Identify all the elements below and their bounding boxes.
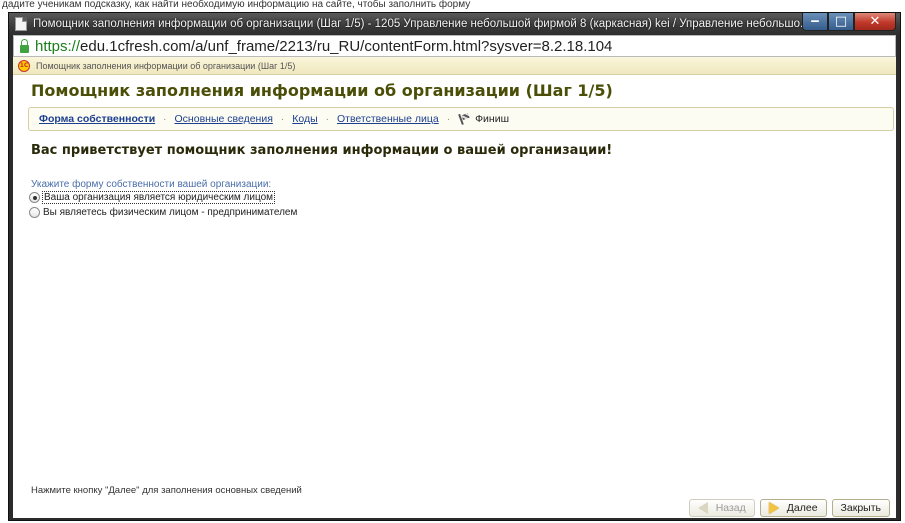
step-separator: · [325, 113, 329, 125]
step-separator: · [163, 113, 167, 125]
steps-navigation: Форма собственности · Основные сведения … [28, 107, 894, 131]
next-button[interactable]: Далее [759, 499, 827, 517]
next-label: Далее [786, 502, 818, 514]
window-title: Помощник заполнения информации об органи… [33, 18, 810, 30]
radio-legal-entity[interactable]: Ваша организация является юридическим ли… [29, 191, 276, 204]
radio-label[interactable]: Вы являетесь физическим лицом - предприн… [43, 207, 297, 218]
form-footer: Назад Далее Закрыть [13, 498, 896, 518]
url-scheme: https:// [35, 37, 81, 55]
welcome-heading: Вас приветствует помощник заполнения инф… [31, 143, 613, 158]
finish-flag-icon [458, 113, 470, 125]
step-basic-info[interactable]: Основные сведения [175, 113, 273, 125]
ownership-prompt: Укажите форму собственности вашей органи… [31, 179, 272, 190]
hint-text: Нажмите кнопку "Далее" для заполнения ос… [31, 485, 302, 496]
logo-text: 1С [19, 62, 29, 69]
lock-icon [20, 38, 29, 53]
document-icon [15, 17, 27, 31]
radio-button-checked[interactable] [29, 192, 40, 203]
page-caption: дадите ученикам подсказку, как найти нео… [2, 0, 471, 10]
back-button[interactable]: Назад [688, 499, 755, 517]
maximize-button[interactable]: □ [828, 13, 854, 31]
window-titlebar: Помощник заполнения информации об органи… [9, 13, 900, 35]
1c-logo-icon: 1С [18, 59, 30, 72]
form-content: 1С Помощник заполнения информации об орг… [13, 57, 896, 518]
url-rest: edu.1cfresh.com/a/unf_frame/2213/ru_RU/c… [80, 37, 613, 55]
address-bar[interactable]: https://edu.1cfresh.com/a/unf_frame/2213… [13, 35, 896, 57]
form-header: 1С Помощник заполнения информации об орг… [13, 57, 896, 75]
minimize-button[interactable]: ‒ [802, 13, 828, 31]
close-label: Закрыть [840, 502, 881, 514]
arrow-left-icon [697, 502, 708, 514]
close-button[interactable]: Закрыть [831, 499, 890, 517]
step-codes[interactable]: Коды [292, 113, 317, 125]
window-controls: ‒ □ ✕ [802, 13, 896, 31]
page-title: Помощник заполнения информации об органи… [31, 81, 613, 100]
url-text[interactable]: https://edu.1cfresh.com/a/unf_frame/2213… [35, 38, 612, 55]
close-window-button[interactable]: ✕ [854, 13, 896, 31]
step-separator: · [446, 113, 451, 125]
step-ownership-form[interactable]: Форма собственности [39, 113, 155, 125]
step-responsible-persons[interactable]: Ответственные лица [337, 113, 439, 125]
form-header-text: Помощник заполнения информации об органи… [36, 60, 296, 71]
step-separator: · [280, 113, 285, 125]
radio-label[interactable]: Ваша организация является юридическим ли… [41, 191, 276, 204]
back-label: Назад [715, 502, 746, 514]
browser-window: Помощник заполнения информации об органи… [8, 12, 901, 521]
radio-individual-entrepreneur[interactable]: Вы являетесь физическим лицом - предприн… [29, 207, 297, 218]
step-finish: Финиш [475, 113, 509, 125]
arrow-right-icon [768, 502, 779, 514]
radio-button[interactable] [29, 207, 40, 218]
